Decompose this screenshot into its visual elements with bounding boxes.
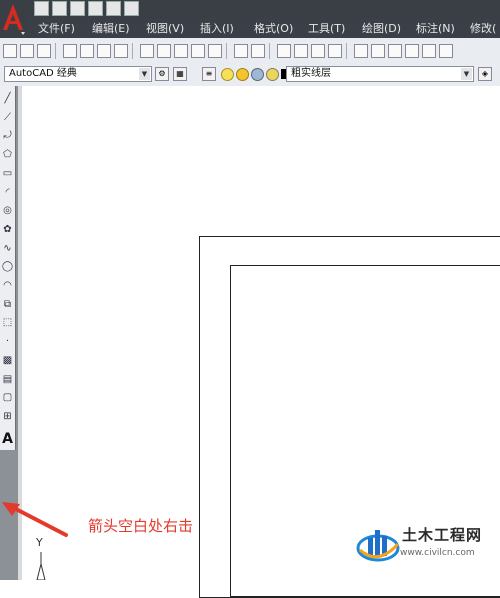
menu-insert[interactable]: 插入(I)	[200, 20, 254, 36]
watermark: 土木工程网 www.civilcn.com	[356, 518, 496, 578]
paste-icon[interactable]	[174, 43, 188, 58]
watermark-url: www.civilcn.com	[400, 548, 475, 558]
menu-draw[interactable]: 绘图(D)	[362, 20, 416, 36]
arc-icon[interactable]: ◜	[1, 186, 14, 199]
revision-cloud-icon[interactable]: ✿	[1, 223, 14, 236]
toolbar-separator	[269, 42, 270, 59]
paste-block-icon[interactable]	[191, 43, 205, 58]
redo-icon[interactable]	[124, 1, 139, 16]
standard-toolbar	[0, 38, 500, 64]
workspace-layers-toolbar: AutoCAD 经典 ▼ ⚙ ▦ ≡ 粗实线层 ▼ ◈	[0, 63, 500, 87]
menu-file[interactable]: 文件(F)	[38, 20, 92, 36]
annotation-text: 箭头空白处右击	[88, 517, 194, 535]
3d-dwf-icon[interactable]	[114, 43, 128, 58]
markup-icon[interactable]	[422, 43, 436, 58]
menu-edit[interactable]: 编辑(E)	[92, 20, 146, 36]
line-icon[interactable]: ╱	[1, 92, 14, 105]
menu-format[interactable]: 格式(O)	[254, 20, 308, 36]
undo-arrow-icon[interactable]	[234, 43, 248, 58]
zoom-window-icon[interactable]	[311, 43, 325, 58]
civilcn-logo-icon	[356, 530, 400, 562]
quick-calc-icon[interactable]	[439, 43, 453, 58]
rectangle-icon[interactable]: ▭	[1, 167, 14, 180]
layer-properties-icon[interactable]: ≡	[202, 67, 216, 81]
menu-view[interactable]: 视图(V)	[146, 20, 200, 36]
make-block-icon[interactable]: ⬚	[1, 316, 14, 329]
menu-bar: 文件(F) 编辑(E) 视图(V) 插入(I) 格式(O) 工具(T) 绘图(D…	[0, 18, 500, 38]
new-icon[interactable]	[34, 1, 49, 16]
hatch-icon[interactable]: ▩	[1, 354, 14, 367]
polygon-icon[interactable]: ⬠	[1, 148, 14, 161]
multiline-text-icon[interactable]: A	[1, 431, 14, 447]
customize-icon[interactable]: ▦	[173, 67, 187, 81]
undo-icon[interactable]	[106, 1, 121, 16]
layer-viewport-icon[interactable]	[251, 68, 264, 81]
plot-icon[interactable]	[63, 43, 77, 58]
point-icon[interactable]: ·	[1, 335, 14, 348]
qnew-icon[interactable]	[3, 43, 17, 58]
toolbar-separator	[55, 42, 56, 59]
polyline-icon[interactable]: ⤾	[1, 129, 14, 142]
insert-block-icon[interactable]: ⧉	[1, 298, 14, 311]
toolbar-separator	[132, 42, 133, 59]
properties-icon[interactable]	[354, 43, 368, 58]
open-file-icon[interactable]	[20, 43, 34, 58]
ellipse-icon[interactable]: ◯	[1, 260, 14, 273]
autocad-logo-icon	[3, 4, 25, 35]
toolbar-separator	[346, 42, 347, 59]
circle-icon[interactable]: ◎	[1, 204, 14, 217]
open-icon[interactable]	[52, 1, 67, 16]
pan-icon[interactable]	[277, 43, 291, 58]
toolbar-separator	[226, 42, 227, 59]
annotation-arrow-icon	[2, 502, 68, 537]
gradient-icon[interactable]: ▤	[1, 373, 14, 386]
construction-line-icon[interactable]: ⟋	[1, 111, 14, 124]
menu-tools[interactable]: 工具(T)	[308, 20, 362, 36]
chevron-down-icon: ▼	[139, 68, 150, 80]
region-icon[interactable]: ▢	[1, 391, 14, 404]
design-center-icon[interactable]	[371, 43, 385, 58]
publish-icon[interactable]	[97, 43, 111, 58]
zoom-previous-icon[interactable]	[328, 43, 342, 58]
copy-icon[interactable]	[157, 43, 171, 58]
match-properties-icon[interactable]	[208, 43, 222, 58]
table-icon[interactable]: ⊞	[1, 410, 14, 423]
spline-icon[interactable]: ∿	[1, 242, 14, 255]
layer-state-icons	[221, 68, 291, 81]
layer-lock-icon[interactable]	[266, 68, 279, 81]
zoom-realtime-icon[interactable]	[294, 43, 308, 58]
workspace-value: AutoCAD 经典	[9, 68, 77, 79]
autocad-logo-button[interactable]	[0, 0, 28, 38]
layer-dropdown[interactable]: 粗实线层 ▼	[286, 66, 474, 82]
save-file-icon[interactable]	[37, 43, 51, 58]
ellipse-arc-icon[interactable]: ◠	[1, 279, 14, 292]
layer-on-icon[interactable]	[221, 68, 234, 81]
draw-toolbar-buttons: A ╱ ⟋ ⤾ ⬠ ▭ ◜ ◎ ✿ ∿ ◯ ◠ ⧉ ⬚ · ▩ ▤ ▢ ⊞	[0, 86, 16, 450]
cut-icon[interactable]	[140, 43, 154, 58]
watermark-title: 土木工程网	[402, 526, 483, 544]
layer-freeze-icon[interactable]	[236, 68, 249, 81]
menu-modify[interactable]: 修改(	[470, 20, 500, 36]
tool-palettes-icon[interactable]	[388, 43, 402, 58]
quick-access-toolbar	[34, 1, 139, 17]
menu-dimension[interactable]: 标注(N)	[416, 20, 470, 36]
make-current-layer-icon[interactable]: ◈	[478, 67, 492, 81]
workspace-dropdown[interactable]: AutoCAD 经典 ▼	[4, 66, 152, 82]
redo-arrow-icon[interactable]	[251, 43, 265, 58]
workspace-settings-icon[interactable]: ⚙	[155, 67, 169, 81]
save-icon[interactable]	[70, 1, 85, 16]
chevron-down-icon: ▼	[461, 68, 472, 80]
plot-preview-icon[interactable]	[80, 43, 94, 58]
sheet-set-icon[interactable]	[405, 43, 419, 58]
print-icon[interactable]	[88, 1, 103, 16]
layer-value: 粗实线层	[291, 68, 331, 79]
